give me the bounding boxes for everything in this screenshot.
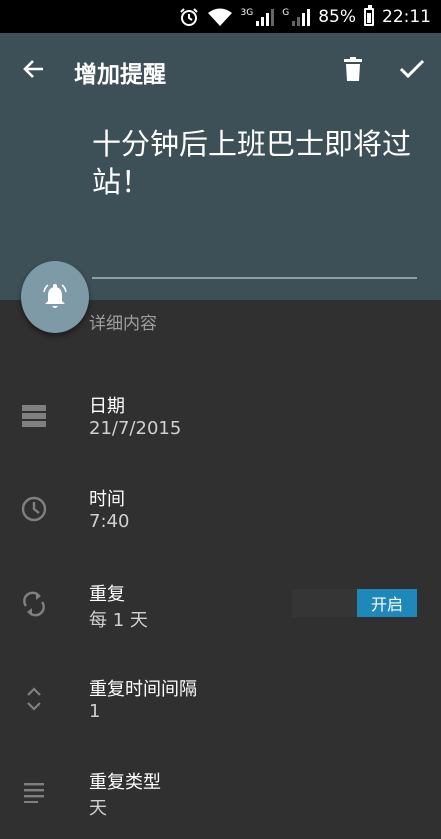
list-icon (18, 776, 50, 808)
check-icon (399, 59, 425, 79)
reminder-fab-button[interactable] (21, 261, 89, 333)
arrow-back-icon (23, 60, 43, 78)
repeat-toggle[interactable]: 开启 (357, 589, 417, 617)
date-label: 日期 (89, 396, 125, 417)
date-row[interactable]: 日期 21/7/2015 (0, 392, 441, 462)
reminder-title-input[interactable]: 十分钟后上班巴士即将过站！ (92, 125, 422, 201)
repeat-type-row[interactable]: 重复类型 天 (0, 768, 441, 838)
bell-icon (43, 284, 67, 308)
repeat-type-value: 天 (89, 798, 107, 819)
header: 增加提醒 十分钟后上班巴士即将过站！ (0, 33, 441, 300)
clock-time: 22:11 (382, 6, 431, 27)
detail-content-input[interactable]: 详细内容 (89, 309, 157, 334)
date-value: 21/7/2015 (89, 418, 182, 439)
repeat-interval-value: 1 (89, 701, 101, 722)
signal-icon (256, 8, 275, 26)
repeat-toggle-track[interactable] (292, 589, 357, 617)
repeat-type-label: 重复类型 (89, 772, 161, 793)
repeat-label: 重复 (89, 584, 125, 605)
page-title: 增加提醒 (74, 62, 166, 88)
calendar-icon (18, 400, 50, 432)
repeat-icon (18, 588, 50, 620)
wifi-icon (207, 0, 233, 33)
time-label: 时间 (89, 489, 125, 510)
repeat-interval-label: 重复时间间隔 (89, 679, 197, 700)
clock-icon (18, 493, 50, 525)
battery-icon (364, 4, 374, 26)
time-row[interactable]: 时间 7:40 (0, 485, 441, 555)
status-icons: 3G G 85% 22:11 (179, 0, 431, 33)
signal-icon-2 (292, 8, 311, 26)
back-button[interactable] (18, 53, 50, 85)
time-value: 7:40 (89, 511, 130, 532)
delete-button[interactable] (338, 53, 368, 85)
alarm-icon (179, 0, 199, 33)
network-3g-label: 3G (240, 7, 254, 18)
save-button[interactable] (396, 53, 428, 85)
title-underline (92, 277, 417, 279)
battery-percent: 85% (318, 6, 356, 27)
toolbar: 增加提醒 (0, 33, 441, 105)
status-bar: 3G G 85% 22:11 (0, 0, 441, 33)
repeat-interval-row[interactable]: 重复时间间隔 1 (0, 675, 441, 745)
repeat-value: 每 1 天 (89, 610, 148, 631)
network-g-label: G (282, 7, 290, 18)
trash-icon (344, 57, 362, 81)
unfold-icon (18, 683, 50, 715)
